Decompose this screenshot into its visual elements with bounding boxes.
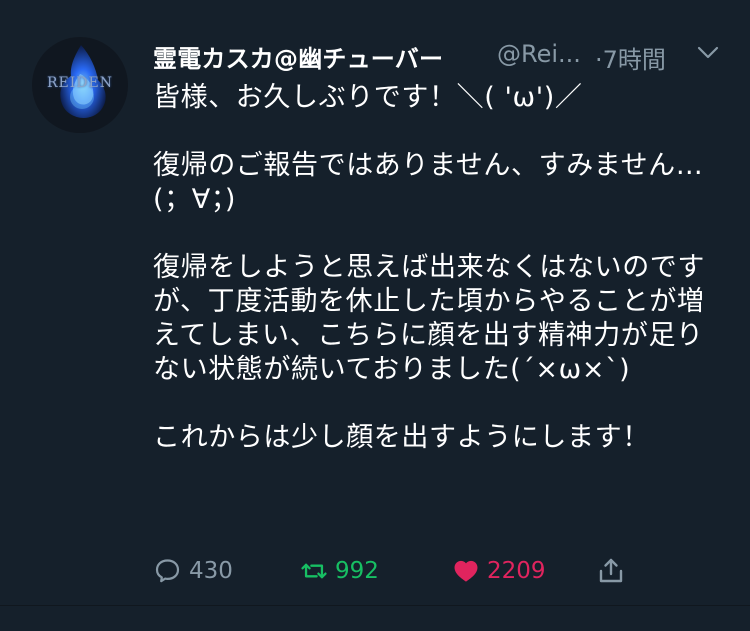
comment-icon — [155, 559, 180, 583]
username[interactable]: @Rei... — [497, 40, 581, 68]
display-name[interactable]: 霊電カスカ@幽チューバー — [153, 39, 443, 74]
bottom-divider — [0, 605, 750, 606]
reply-action[interactable]: 430 — [153, 553, 233, 589]
like-count: 2209 — [487, 557, 546, 584]
tweet-actions: 430 992 2209 — [153, 553, 653, 593]
timestamp[interactable]: ·7時間 — [595, 40, 666, 75]
heart-icon — [454, 560, 478, 582]
like-action[interactable]: 2209 — [451, 553, 546, 589]
reply-count: 430 — [189, 557, 233, 584]
avatar[interactable]: REIDEN — [32, 37, 128, 133]
retweet-icon — [301, 563, 327, 579]
tweet-text: 皆様、お久しぶりです！＼( 'ω')／ 復帰のご報告ではありません、すみません…… — [153, 82, 705, 453]
top-bar — [0, 0, 750, 10]
share-icon — [599, 558, 623, 583]
retweet-count: 992 — [335, 557, 379, 584]
tweet[interactable]: REIDEN 霊電カスカ@幽チューバー @Rei... ·7時間 皆様、お久しぶ… — [0, 10, 750, 605]
chevron-down-icon[interactable] — [697, 46, 719, 60]
retweet-action[interactable]: 992 — [299, 553, 379, 589]
share-action[interactable] — [596, 553, 626, 589]
avatar-text: REIDEN — [47, 75, 113, 91]
tweet-header: 霊電カスカ@幽チューバー @Rei... ·7時間 — [153, 39, 723, 79]
